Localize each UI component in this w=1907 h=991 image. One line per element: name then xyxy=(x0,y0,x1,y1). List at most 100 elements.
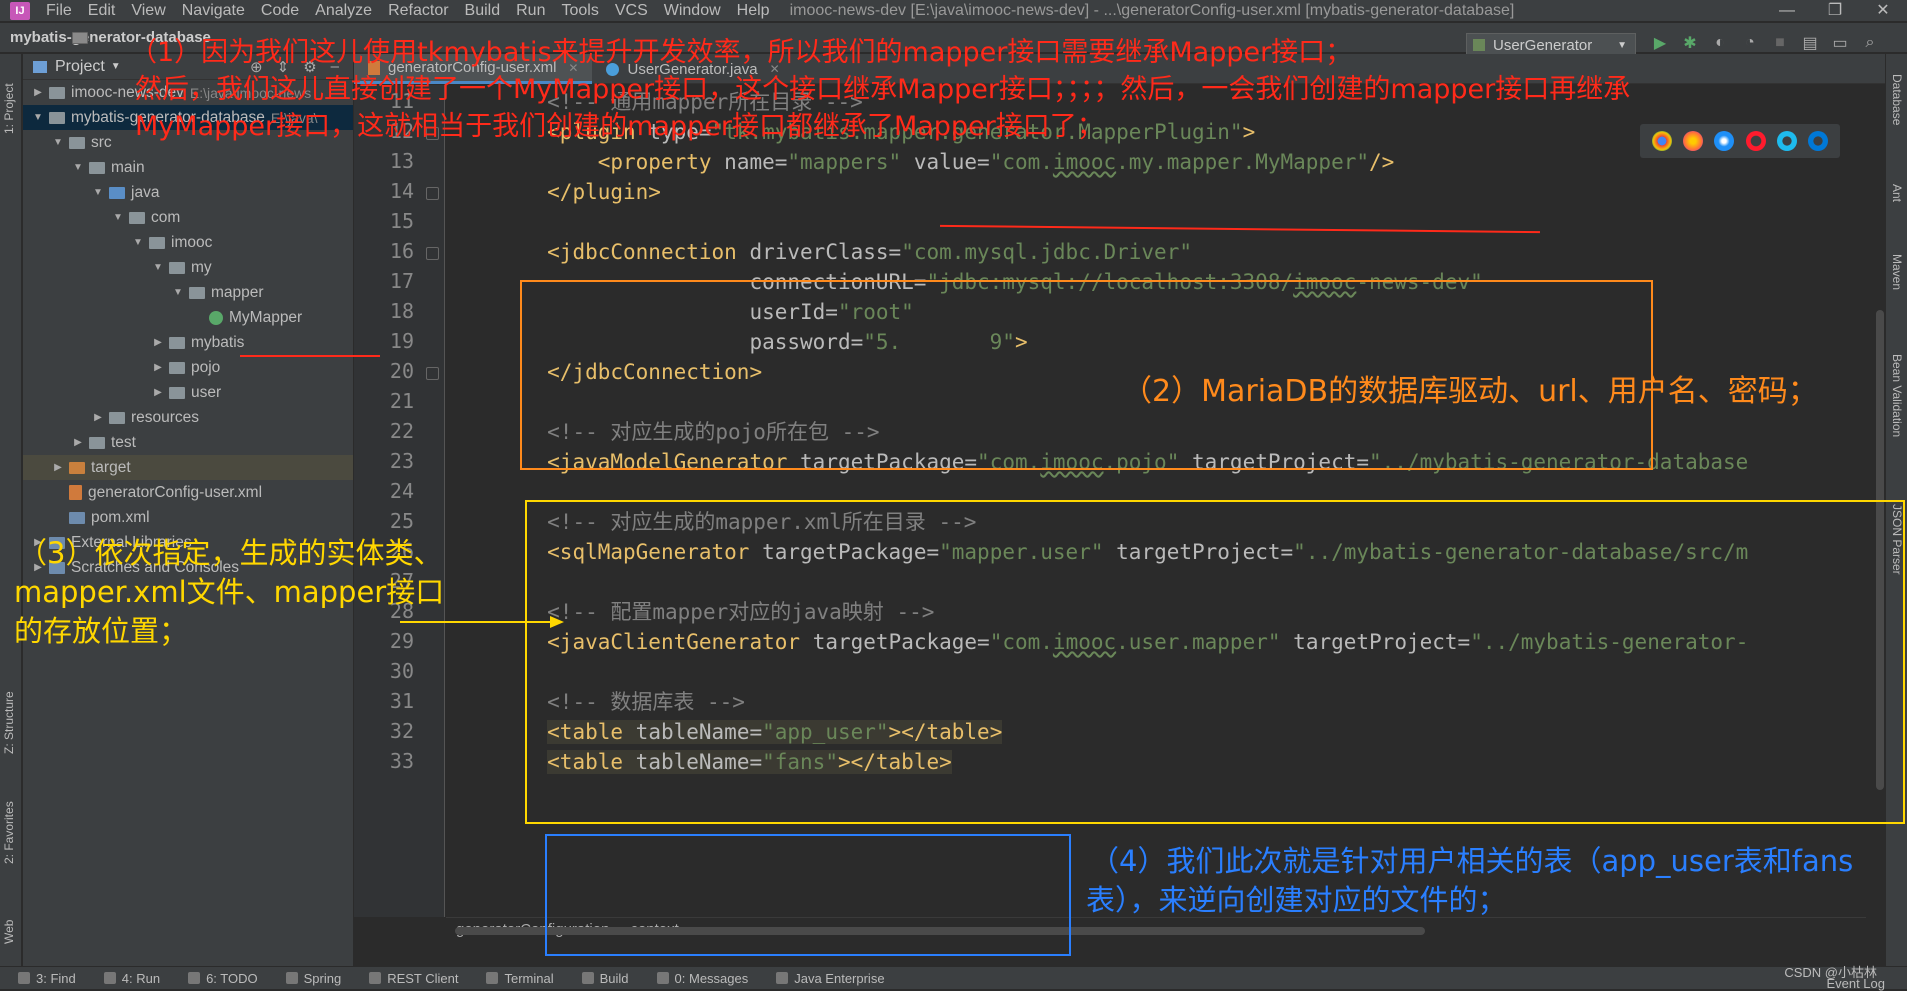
tool-window-web[interactable]: Web xyxy=(2,920,16,944)
expand-toggle-icon[interactable]: ▶ xyxy=(151,362,165,373)
menu-edit[interactable]: Edit xyxy=(80,0,124,22)
tree-item[interactable]: ▶ mybatis xyxy=(23,330,353,355)
menu-navigate[interactable]: Navigate xyxy=(174,0,253,22)
tool-window-ant[interactable]: Ant xyxy=(1890,184,1904,202)
line-number: 24 xyxy=(389,479,414,503)
tree-item[interactable]: ▶ user xyxy=(23,380,353,405)
tree-item[interactable]: ▶ target xyxy=(23,455,353,480)
expand-toggle-icon[interactable]: ▶ xyxy=(151,387,165,398)
tree-item-label: target xyxy=(91,458,131,476)
fold-marker-icon[interactable] xyxy=(426,187,439,200)
expand-toggle-icon[interactable]: ▶ xyxy=(51,462,65,473)
bottom-tool-rest-client[interactable]: REST Client xyxy=(369,971,458,986)
code-line[interactable]: </plugin> xyxy=(446,177,661,207)
project-header-label[interactable]: Project xyxy=(55,58,105,76)
fold-marker-icon[interactable] xyxy=(426,367,439,380)
restore-button[interactable]: ❐ xyxy=(1811,0,1859,22)
close-button[interactable]: ✕ xyxy=(1859,0,1907,22)
bottom-tool-4-run[interactable]: 4: Run xyxy=(103,971,160,986)
tree-item[interactable]: generatorConfig-user.xml xyxy=(23,480,353,505)
tool-icon xyxy=(369,972,382,984)
firefox-icon[interactable] xyxy=(1682,131,1703,151)
tree-item[interactable]: ▶ test xyxy=(23,430,353,455)
fold-marker-icon[interactable] xyxy=(426,247,439,260)
folder-icon xyxy=(109,186,125,199)
menu-code[interactable]: Code xyxy=(253,0,307,22)
chevron-down-icon[interactable]: ▼ xyxy=(111,61,121,72)
tool-window-maven[interactable]: Maven xyxy=(1890,254,1904,290)
folder-icon xyxy=(189,286,205,299)
project-panel: Project ▼ ⊕ ⇕ ⚙ – ▶ imooc-news-dev E:\java… xyxy=(23,54,353,966)
ie-icon[interactable] xyxy=(1776,131,1797,151)
bottom-tool-3-find[interactable]: 3: Find xyxy=(18,971,76,986)
tool-window-favorites[interactable]: 2: Favorites xyxy=(2,801,16,864)
tool-icon xyxy=(188,972,201,984)
expand-toggle-icon[interactable]: ▶ xyxy=(91,412,105,423)
project-tree: ▶ imooc-news-dev E:\java\imooc-news ▼ mybati… xyxy=(23,80,353,580)
menu-vcs[interactable]: VCS xyxy=(607,0,656,22)
coverage-icon[interactable]: ◐ xyxy=(1710,33,1730,53)
tree-item[interactable]: ▼ imooc xyxy=(23,230,353,255)
tool-window-structure[interactable]: Z: Structure xyxy=(2,691,16,754)
menu-file[interactable]: File xyxy=(38,0,80,22)
expand-toggle-icon[interactable]: ▼ xyxy=(91,187,105,198)
line-number: 21 xyxy=(389,389,414,413)
menu-run[interactable]: Run xyxy=(508,0,553,22)
tool-window-project[interactable]: 1: Project xyxy=(2,83,16,134)
profile-icon[interactable]: ◔ xyxy=(1740,33,1760,53)
tree-item[interactable]: MyMapper xyxy=(23,305,353,330)
expand-toggle-icon[interactable]: ▼ xyxy=(31,112,45,123)
stop-icon[interactable]: ■ xyxy=(1770,33,1790,53)
menu-tools[interactable]: Tools xyxy=(553,0,606,22)
expand-toggle-icon[interactable]: ▼ xyxy=(71,162,85,173)
expand-toggle-icon[interactable]: ▶ xyxy=(71,437,85,448)
menu-help[interactable]: Help xyxy=(729,0,778,22)
expand-toggle-icon[interactable]: ▼ xyxy=(111,212,125,223)
bottom-tool-java-enterprise[interactable]: Java Enterprise xyxy=(776,971,885,986)
project-structure-icon[interactable]: ▤ xyxy=(1800,33,1820,53)
tool-icon xyxy=(103,972,116,984)
code-line[interactable]: <jdbcConnection driverClass="com.mysql.j… xyxy=(446,237,1192,267)
line-number: 31 xyxy=(389,689,414,713)
expand-toggle-icon[interactable]: ▼ xyxy=(51,137,65,148)
expand-toggle-icon[interactable]: ▶ xyxy=(31,87,45,98)
menu-analyze[interactable]: Analyze xyxy=(307,0,380,22)
opera-icon[interactable] xyxy=(1745,131,1766,151)
tree-item[interactable]: ▶ resources xyxy=(23,405,353,430)
search-icon[interactable]: ⌕ xyxy=(1860,33,1880,53)
expand-toggle-icon[interactable]: ▼ xyxy=(131,237,145,248)
bottom-tool-build[interactable]: Build xyxy=(581,971,629,986)
tool-window-bean-validation[interactable]: Bean Validation xyxy=(1890,354,1904,437)
tree-item-label: mybatis xyxy=(191,333,245,351)
folder-icon xyxy=(169,386,185,399)
bottom-tool-6-todo[interactable]: 6: TODO xyxy=(188,971,258,986)
expand-toggle-icon[interactable]: ▶ xyxy=(151,337,165,348)
bottom-tool-0-messages[interactable]: 0: Messages xyxy=(656,971,748,986)
debug-icon[interactable]: ✱ xyxy=(1680,33,1700,53)
menu-refactor[interactable]: Refactor xyxy=(380,0,456,22)
tool-window-database[interactable]: Database xyxy=(1890,74,1904,125)
layout-icon[interactable]: ▭ xyxy=(1830,33,1850,53)
tree-item[interactable]: ▼ main xyxy=(23,155,353,180)
line-number: 13 xyxy=(389,149,414,173)
tree-item[interactable]: pom.xml xyxy=(23,505,353,530)
run-icon[interactable]: ▶ xyxy=(1650,33,1670,53)
minimize-button[interactable]: — xyxy=(1763,0,1811,22)
expand-toggle-icon[interactable]: ▼ xyxy=(151,262,165,273)
bottom-tool-terminal[interactable]: Terminal xyxy=(486,971,554,986)
expand-toggle-icon[interactable]: ▼ xyxy=(171,287,185,298)
menu-window[interactable]: Window xyxy=(656,0,729,22)
chrome-icon[interactable] xyxy=(1651,131,1672,151)
tree-item[interactable]: ▼ mapper xyxy=(23,280,353,305)
menu-build[interactable]: Build xyxy=(457,0,509,22)
edge-icon[interactable] xyxy=(1808,131,1829,151)
safari-icon[interactable] xyxy=(1714,131,1735,151)
tree-item[interactable]: ▼ com xyxy=(23,205,353,230)
menu-view[interactable]: View xyxy=(123,0,173,22)
tree-item[interactable]: ▼ java xyxy=(23,180,353,205)
folder-icon xyxy=(49,86,65,99)
tree-item[interactable]: ▶ pojo xyxy=(23,355,353,380)
code-line[interactable]: <property name="mappers" value="com.imoo… xyxy=(446,147,1395,177)
tree-item[interactable]: ▼ my xyxy=(23,255,353,280)
bottom-tool-spring[interactable]: Spring xyxy=(285,971,341,986)
